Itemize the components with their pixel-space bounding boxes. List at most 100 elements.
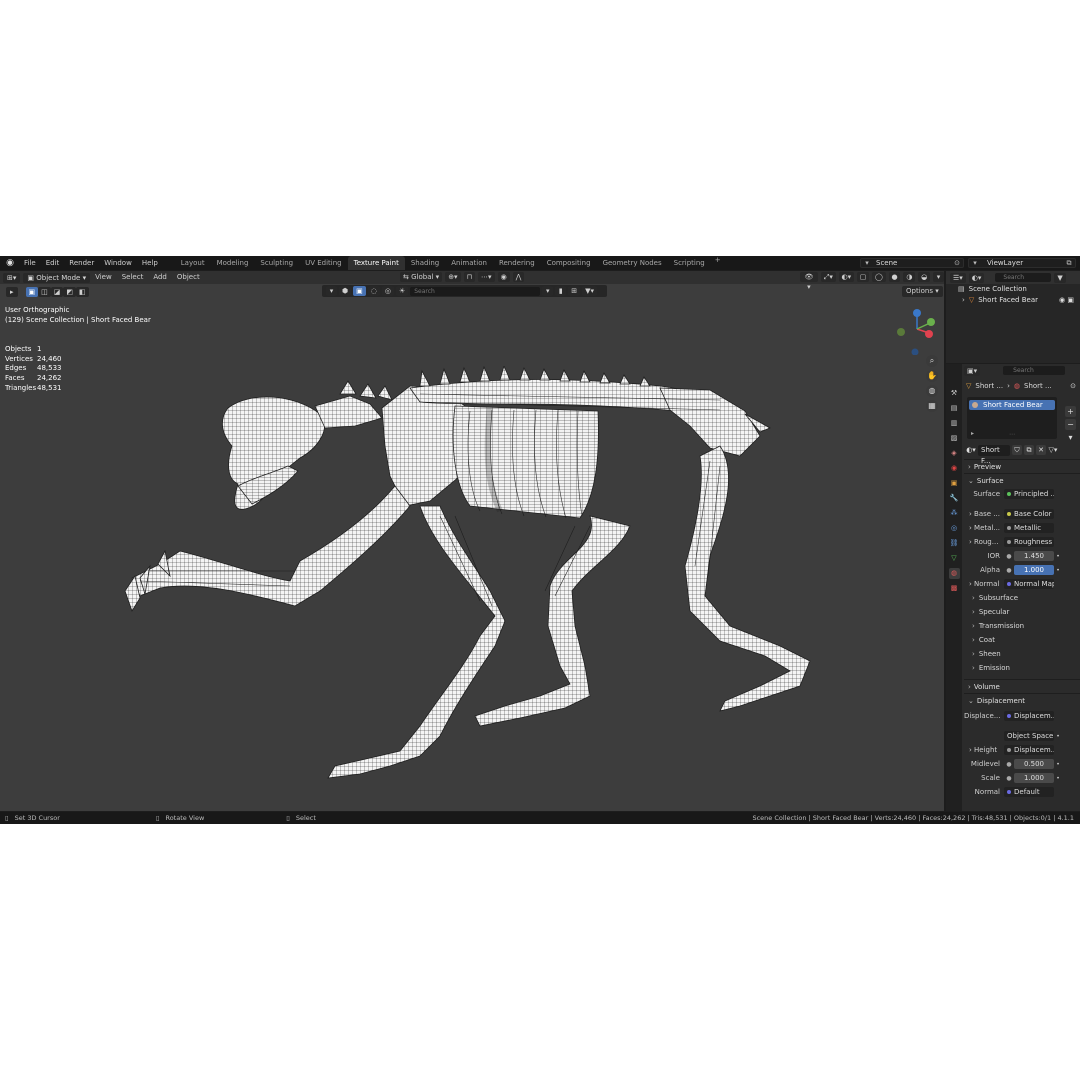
- midlevel-field[interactable]: 0.500: [1014, 759, 1054, 769]
- subsurface-subpanel[interactable]: › Subsurface: [964, 591, 1080, 605]
- gizmo-neg-z-icon[interactable]: [911, 348, 919, 356]
- disp-normal-field[interactable]: Default: [1004, 787, 1054, 797]
- pivot-icon[interactable]: ⊕▾: [445, 272, 461, 282]
- render-tab-icon[interactable]: ▤: [949, 403, 960, 414]
- filter-curve-icon[interactable]: ◌: [367, 286, 380, 296]
- select-box-icon[interactable]: ▣: [25, 287, 39, 297]
- select-intersect-icon[interactable]: ◧: [76, 287, 89, 297]
- options-button[interactable]: Options ▾: [902, 286, 943, 297]
- prop-label[interactable]: › Normal: [964, 580, 1004, 588]
- scene-selector[interactable]: ▾ Scene ⊙: [860, 258, 964, 268]
- keyframe-dot-icon[interactable]: •: [1054, 733, 1062, 740]
- gizmo-icon[interactable]: ⤢▾: [820, 272, 836, 282]
- prop-label[interactable]: › Base ...: [964, 510, 1004, 518]
- height-field[interactable]: Displacem...: [1004, 745, 1054, 755]
- menu-window[interactable]: Window: [99, 256, 137, 270]
- shader-field[interactable]: Principled ...: [1004, 489, 1054, 499]
- visibility-eye-icon[interactable]: ◉ ▣: [1059, 295, 1074, 306]
- filter-camera-icon[interactable]: ◎: [381, 286, 394, 296]
- tab-modeling[interactable]: Modeling: [211, 256, 255, 270]
- keyframe-dot-icon[interactable]: •: [1054, 775, 1062, 782]
- shading-options-icon[interactable]: ▾: [933, 272, 944, 282]
- filter-light-icon[interactable]: ☀: [395, 286, 409, 296]
- tab-sculpting[interactable]: Sculpting: [254, 256, 299, 270]
- filter-mesh-icon[interactable]: ▣: [353, 286, 366, 296]
- keyframe-dot-icon[interactable]: •: [1054, 567, 1062, 574]
- outliner-filter-icon[interactable]: ▼: [1054, 272, 1066, 283]
- constraints-tab-icon[interactable]: ⛓: [949, 538, 960, 549]
- menu-view[interactable]: View: [90, 271, 117, 284]
- display-mode-icon[interactable]: ◐▾: [968, 272, 985, 283]
- tab-shading[interactable]: Shading: [405, 256, 445, 270]
- xray-icon[interactable]: ▢: [856, 272, 870, 282]
- prop-label[interactable]: › Metal...: [964, 524, 1004, 532]
- transmission-subpanel[interactable]: › Transmission: [964, 619, 1080, 633]
- keyframe-dot-icon[interactable]: •: [1054, 553, 1062, 560]
- modifier-tab-icon[interactable]: 🔧: [949, 493, 960, 504]
- keyframe-dot-icon[interactable]: •: [1054, 761, 1062, 768]
- ior-field[interactable]: 1.450: [1014, 551, 1054, 561]
- world-tab-icon[interactable]: ◉: [949, 463, 960, 474]
- browse-material-icon[interactable]: ◐▾: [966, 445, 976, 455]
- select-extend-icon[interactable]: ◫: [38, 287, 51, 297]
- select-subtract-icon[interactable]: ◪: [50, 287, 64, 297]
- preview-panel-header[interactable]: › Preview: [964, 459, 1080, 473]
- rendered-shading-icon[interactable]: ◒: [918, 272, 930, 282]
- tool-tab-icon[interactable]: ⚒: [949, 388, 960, 399]
- displacement-field[interactable]: Displacem...: [1004, 711, 1054, 721]
- tab-compositing[interactable]: Compositing: [541, 256, 597, 270]
- add-workspace-button[interactable]: +: [711, 256, 725, 270]
- slot-expand-icon[interactable]: ▸: [971, 430, 974, 437]
- pin-icon[interactable]: ⊙: [1070, 382, 1076, 390]
- properties-editor-icon[interactable]: ▣▾: [964, 365, 981, 376]
- scale-field[interactable]: 1.000: [1014, 773, 1054, 783]
- slot-menu-icon[interactable]: ▾: [1065, 432, 1076, 443]
- surface-panel-header[interactable]: ⌄ Surface: [964, 473, 1080, 487]
- solid-shading-icon[interactable]: ●: [888, 272, 901, 282]
- object-type-icon[interactable]: ⬢: [339, 286, 352, 296]
- visibility-icon[interactable]: 👁▾: [800, 272, 818, 291]
- sheen-subpanel[interactable]: › Sheen: [964, 647, 1080, 661]
- snap-target-icon[interactable]: ⋯▾: [478, 272, 495, 282]
- new-material-icon[interactable]: ⧉: [1024, 445, 1034, 455]
- specular-subpanel[interactable]: › Specular: [964, 605, 1080, 619]
- snap-icon[interactable]: ⊓: [463, 272, 476, 282]
- tab-rendering[interactable]: Rendering: [493, 256, 541, 270]
- gizmo-x-icon[interactable]: [925, 330, 933, 338]
- coat-subpanel[interactable]: › Coat: [964, 633, 1080, 647]
- socket-icon[interactable]: ●: [1004, 761, 1014, 768]
- outliner-editor-icon[interactable]: ☰▾: [950, 272, 966, 283]
- add-slot-icon[interactable]: +: [1065, 406, 1076, 417]
- gizmo-y-icon[interactable]: [927, 318, 935, 326]
- pin-icon[interactable]: ⊙: [951, 259, 963, 267]
- 3d-viewport[interactable]: ⊞▾ ▣ Object Mode ▾ View Select Add Objec…: [0, 271, 944, 811]
- zoom-icon[interactable]: ⌕: [926, 355, 938, 367]
- tab-scripting[interactable]: Scripting: [668, 256, 711, 270]
- socket-icon[interactable]: ●: [1004, 775, 1014, 782]
- space-dropdown[interactable]: Object Space: [1004, 731, 1054, 741]
- particles-tab-icon[interactable]: ⁂: [949, 508, 960, 519]
- menu-select[interactable]: Select: [117, 271, 149, 284]
- remove-slot-icon[interactable]: −: [1065, 419, 1076, 430]
- material-shading-icon[interactable]: ◑: [903, 272, 916, 282]
- menu-help[interactable]: Help: [137, 256, 163, 270]
- menu-edit[interactable]: Edit: [41, 256, 65, 270]
- unlink-material-icon[interactable]: ✕: [1036, 445, 1046, 455]
- metallic-field[interactable]: Metallic: [1004, 523, 1054, 533]
- physics-tab-icon[interactable]: ◎: [949, 523, 960, 534]
- tab-geometry-nodes[interactable]: Geometry Nodes: [597, 256, 668, 270]
- tab-layout[interactable]: Layout: [175, 256, 211, 270]
- falloff-icon[interactable]: ⋀: [512, 272, 525, 282]
- tool-icon[interactable]: ▸: [6, 287, 18, 297]
- material-slot[interactable]: Short Faced Bear: [969, 400, 1055, 410]
- material-filter-icon[interactable]: ▽▾: [1048, 445, 1058, 455]
- search-options-icon[interactable]: ▾: [542, 286, 554, 296]
- texture-tab-icon[interactable]: ▩: [949, 583, 960, 594]
- displacement-panel-header[interactable]: ⌄ Displacement: [964, 693, 1080, 707]
- normal-field[interactable]: Normal Map: [1004, 579, 1054, 589]
- tab-animation[interactable]: Animation: [445, 256, 493, 270]
- proportional-edit-icon[interactable]: ◉: [497, 272, 510, 282]
- data-tab-icon[interactable]: ▽: [949, 553, 960, 564]
- viewport-search-input[interactable]: [410, 286, 541, 296]
- object-tab-icon[interactable]: ▣: [949, 478, 960, 489]
